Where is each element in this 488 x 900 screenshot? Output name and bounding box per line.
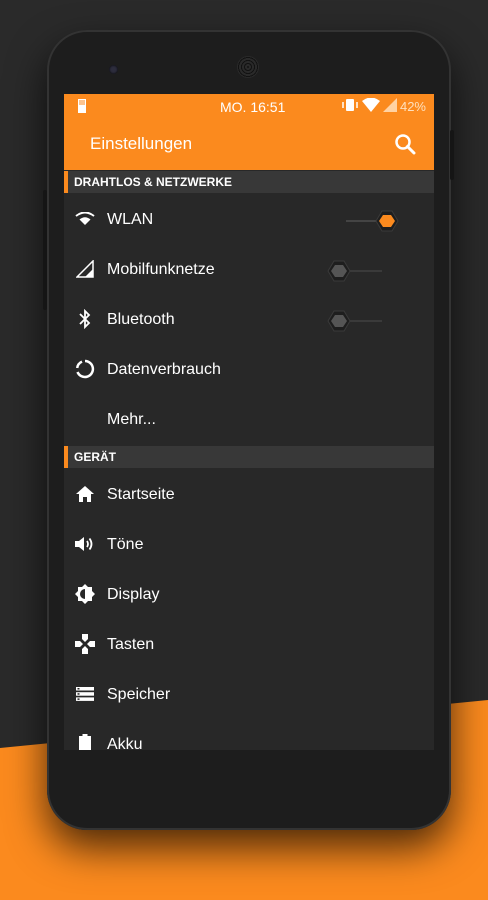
volume-button xyxy=(43,190,47,310)
settings-item-label: Startseite xyxy=(107,486,175,503)
settings-item-sounds[interactable]: Töne xyxy=(64,520,434,570)
settings-item-home[interactable]: Startseite xyxy=(64,470,434,520)
mobile-networks-toggle[interactable] xyxy=(326,260,386,282)
settings-item-more[interactable]: Mehr... xyxy=(64,395,434,445)
settings-item-data-usage[interactable]: Datenverbrauch xyxy=(64,345,434,395)
bluetooth-toggle[interactable] xyxy=(326,310,386,332)
front-camera xyxy=(109,65,118,74)
settings-item-label: Akku xyxy=(107,736,143,750)
brightness-icon xyxy=(74,583,96,605)
settings-item-label: Bluetooth xyxy=(107,311,175,328)
settings-item-battery[interactable]: Akku xyxy=(64,720,434,750)
search-icon[interactable] xyxy=(394,133,416,160)
settings-item-label: Display xyxy=(107,586,160,603)
status-time: MO. 16:51 xyxy=(220,99,286,115)
settings-item-label: Tasten xyxy=(107,636,155,653)
settings-item-label: Mobilfunknetze xyxy=(107,261,215,278)
vibrate-icon xyxy=(341,98,359,115)
earpiece-speaker xyxy=(237,56,259,78)
volume-icon xyxy=(74,533,96,555)
section-header-device: GERÄT xyxy=(64,446,434,468)
battery-icon xyxy=(74,733,96,750)
gamepad-icon xyxy=(74,633,96,655)
storage-icon xyxy=(74,683,96,705)
settings-item-buttons[interactable]: Tasten xyxy=(64,620,434,670)
signal-icon xyxy=(382,98,397,115)
settings-item-mobile-networks[interactable]: Mobilfunknetze xyxy=(64,245,434,295)
settings-item-wlan[interactable]: WLAN xyxy=(64,195,434,245)
wifi-icon xyxy=(361,97,380,115)
settings-item-label: Mehr... xyxy=(107,411,156,428)
battery-percentage: 42% xyxy=(399,99,426,114)
settings-item-label: Töne xyxy=(107,536,144,553)
home-icon xyxy=(74,483,96,505)
settings-item-label: WLAN xyxy=(107,211,154,228)
screen: MO. 16:51 42% Einstellungen DRAHTLOS & N… xyxy=(64,94,434,750)
data-usage-icon xyxy=(74,358,96,380)
sd-card-icon xyxy=(76,99,88,116)
bluetooth-icon xyxy=(74,308,96,330)
settings-item-display[interactable]: Display xyxy=(64,570,434,620)
wlan-toggle[interactable] xyxy=(344,210,404,232)
status-icons: 42% xyxy=(341,97,426,115)
signal-icon xyxy=(74,258,96,280)
power-button xyxy=(450,130,454,180)
wifi-icon xyxy=(74,208,96,230)
settings-item-label: Speicher xyxy=(107,686,171,703)
status-bar: MO. 16:51 42% xyxy=(64,94,434,120)
page-title: Einstellungen xyxy=(90,134,193,153)
settings-item-bluetooth[interactable]: Bluetooth xyxy=(64,295,434,345)
settings-item-label: Datenverbrauch xyxy=(107,361,221,378)
app-toolbar: Einstellungen xyxy=(64,120,434,170)
section-header-wireless: DRAHTLOS & NETZWERKE xyxy=(64,171,434,193)
settings-item-storage[interactable]: Speicher xyxy=(64,670,434,720)
